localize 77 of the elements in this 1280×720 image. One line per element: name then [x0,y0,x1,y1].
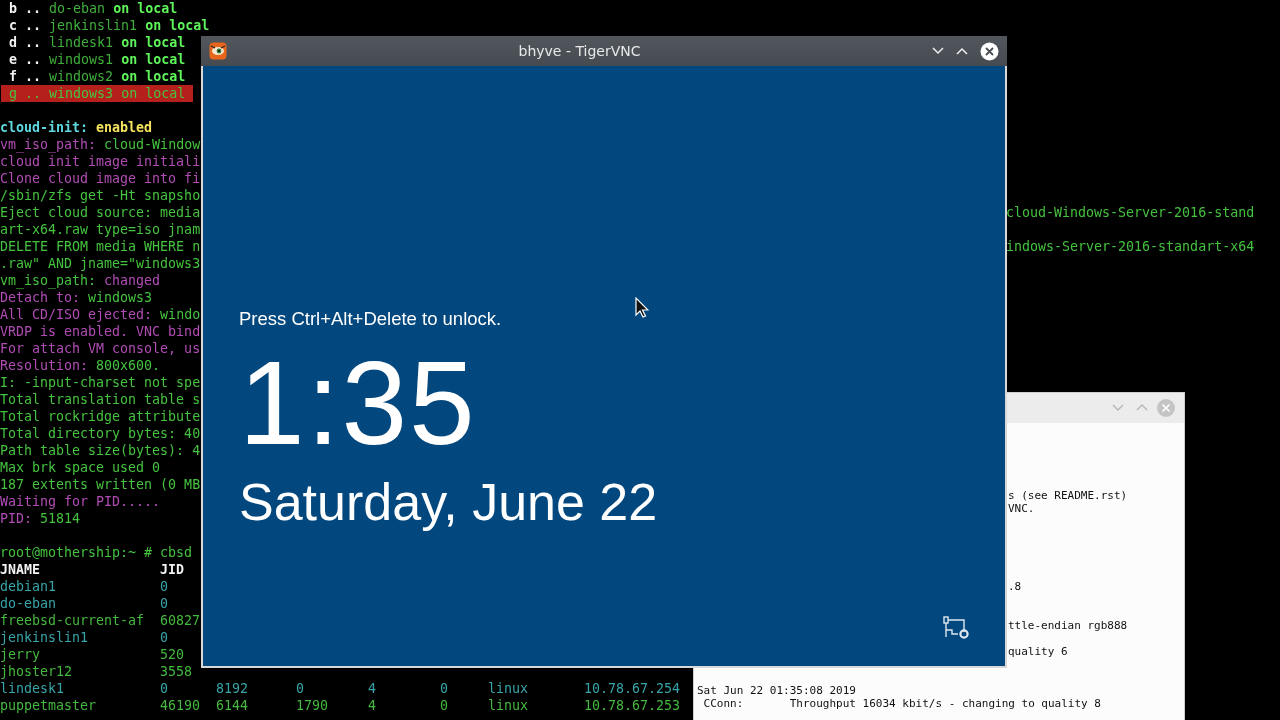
log-line: Detach to: windows3 [0,289,154,306]
menu-entry[interactable]: f .. windows2 on local [1,68,194,85]
menu-entry[interactable]: e .. windows1 on local [1,51,194,68]
log-line: vm_iso_path: cloud-Window [0,136,201,153]
network-icon[interactable] [943,616,969,640]
log-line: Max brk space used 0 [0,459,162,476]
table-cell-text: 0 [440,697,449,714]
table-header: JID [160,561,186,578]
mouse-pointer-icon [635,297,649,318]
log-line: art-x64.raw type=iso jnam [0,221,201,238]
table-cell-text: lindesk1 [0,680,66,697]
table-cell-text: linux [488,697,530,714]
table-cell-text: jerry [0,646,42,663]
tiger-icon [209,42,227,60]
log-line: quality 6 [1008,645,1068,658]
shell-prompt: root@mothership:~ # cbsd [0,544,193,561]
clock-time: 1:35 [239,342,478,464]
table-cell-text: debian1 [0,578,58,595]
close-icon[interactable] [980,41,999,61]
log-line: cloud-init: enabled [0,119,154,136]
log-line: I: -input-charset not spe [0,374,201,391]
table-cell-text: 10.78.67.254 [584,680,682,697]
log-line: Eject cloud source: media [0,204,201,221]
table-cell-text: 0 [440,680,449,697]
log-line: CConn: Throughput 16034 kbit/s - changing to quality 8 [702,697,1101,710]
table-cell-text: do-eban [0,595,58,612]
table-cell-text: 0 [160,595,169,612]
log-line: indows-Server-2016-standart-x64 [1006,238,1255,255]
log-line: All CD/ISO ejected: windo [0,306,201,323]
log-line: cloud-Windows-Server-2016-stand [1006,204,1255,221]
table-cell-text: 520 [160,646,186,663]
table-cell-text: 3558 [160,663,194,680]
log-line: PID: 51814 [0,510,82,527]
log-line: cloud init image initiali [0,153,201,170]
table-cell-text: jenkinslin1 [0,629,90,646]
table-cell-text: 0 [160,629,169,646]
table-cell-text: 8192 [216,680,250,697]
table-cell-text: 4 [368,697,377,714]
table-cell-text: 46190 [160,697,202,714]
log-line: Resolution: 800x600. [0,357,162,374]
log-line: VNC. [1008,502,1035,515]
menu-entry[interactable]: d .. lindesk1 on local [1,34,194,51]
table-cell-text: 10.78.67.253 [584,697,682,714]
table-cell-text: 0 [160,680,169,697]
log-line: vm_iso_path: changed [0,272,162,289]
log-line: Path table size(bytes): 4 [0,442,201,459]
log-line: DELETE FROM media WHERE n [0,238,201,255]
log-line: Total directory bytes: 40 [0,425,201,442]
log-line: 187 extents written (0 MB [0,476,201,493]
log-line: .raw" AND jname="windows3 [0,255,201,272]
table-cell-text: 6144 [216,697,250,714]
log-line: Clone cloud image into fi [0,170,201,187]
clock-date: Saturday, June 22 [239,472,659,532]
log-line: .8 [1008,580,1022,593]
log-line: Sat Jun 22 01:35:08 2019 [697,684,856,697]
log-line: s (see README.rst) [1008,489,1128,502]
table-cell-text: 1790 [296,697,330,714]
table-cell-text: 0 [296,680,305,697]
menu-entry[interactable]: c .. jenkinslin1 on local [1,17,218,34]
table-header: JNAME [0,561,42,578]
table-cell-text: 0 [160,578,169,595]
log-line: For attach VM console, us [0,340,201,357]
table-cell-text: 60827 [160,612,202,629]
table-cell-text: 4 [368,680,377,697]
table-cell-text: linux [488,680,530,697]
menu-entry[interactable]: b .. do-eban on local [1,0,186,17]
log-line: ttle-endian rgb888 [1008,619,1128,632]
log-line: VRDP is enabled. VNC bind [0,323,201,340]
table-cell-text: freebsd-current-af [0,612,146,629]
table-cell-text: puppetmaster [0,697,98,714]
table-cell-text: jhoster12 [0,663,74,680]
unlock-hint: Press Ctrl+Alt+Delete to unlock. [239,308,503,330]
log-line: Total rockridge attribute [0,408,201,425]
log-line: Total translation table s [0,391,201,408]
log-line: /sbin/zfs get -Ht snapsho [0,187,201,204]
window-title: bhyve - TigerVNC [517,43,642,59]
log-line: Waiting for PID..... [0,493,162,510]
